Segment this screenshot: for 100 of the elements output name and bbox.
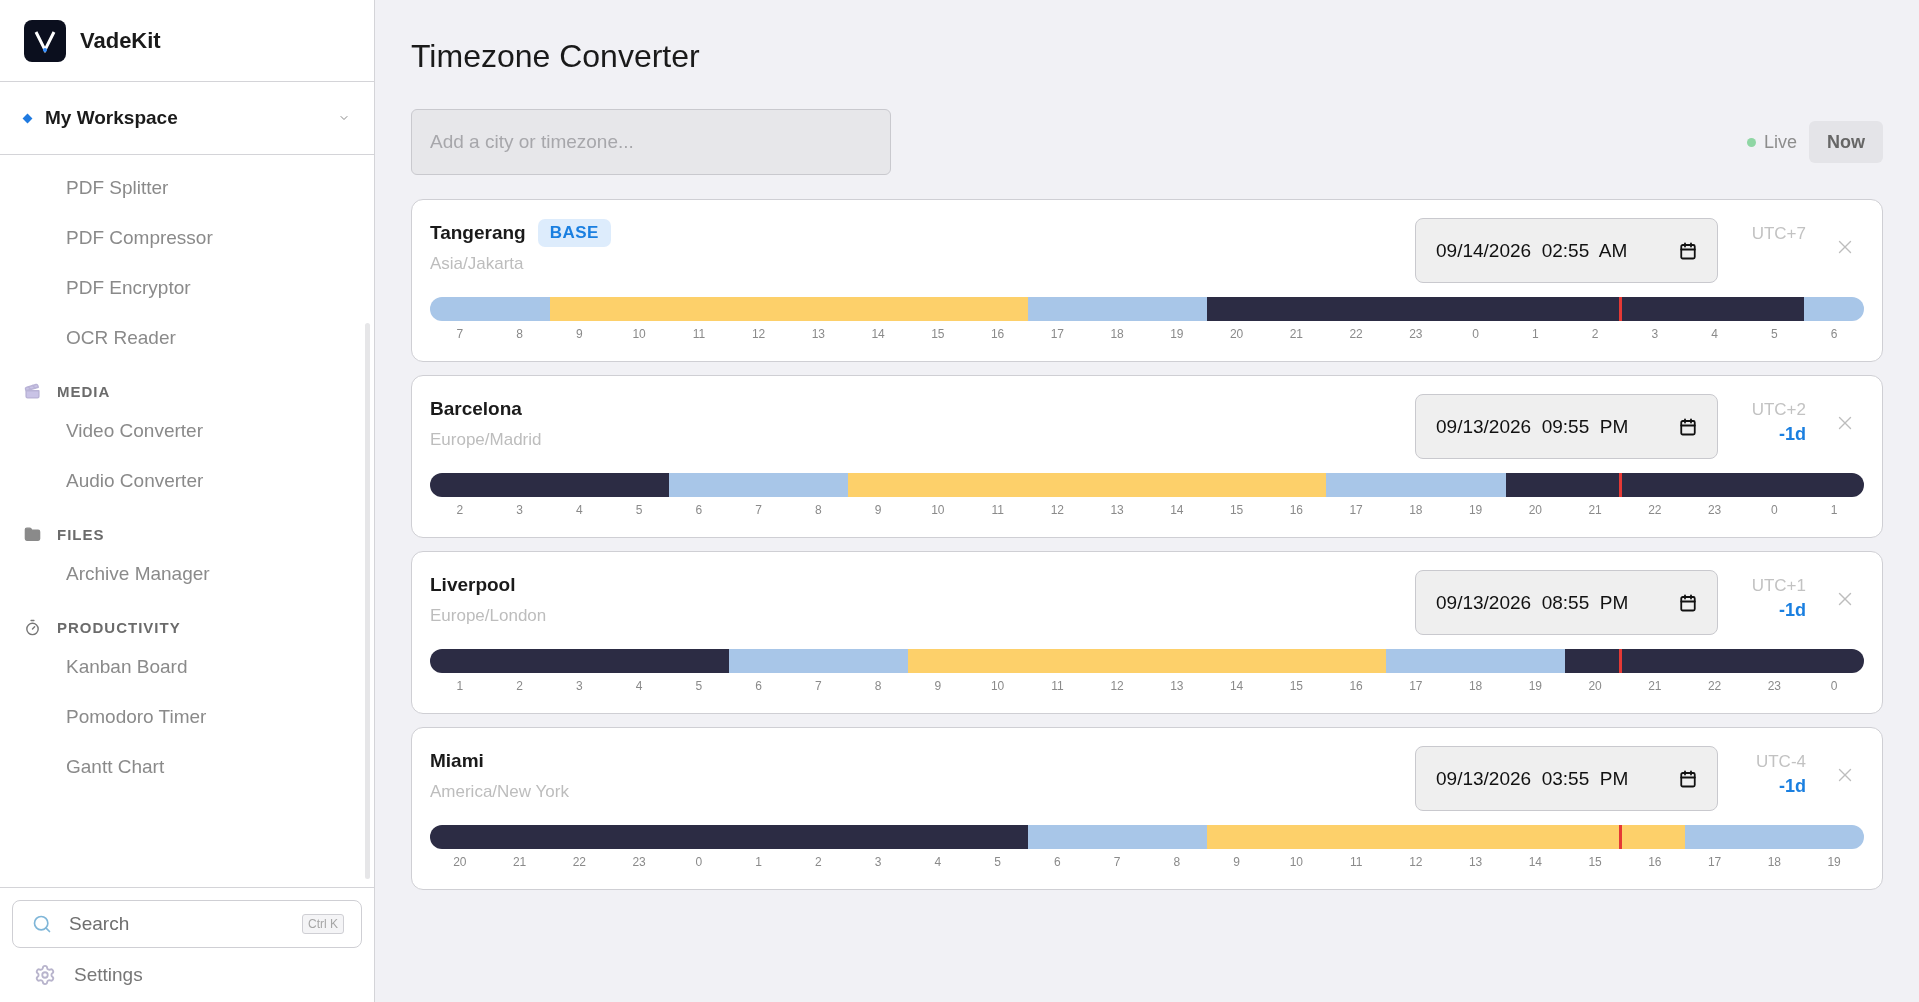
- day-offset: -1d: [1779, 424, 1806, 445]
- day-offset: -1d: [1779, 776, 1806, 797]
- nav-item[interactable]: Pomodoro Timer: [0, 692, 374, 742]
- hour-label: 4: [1710, 327, 1719, 341]
- clapperboard-icon: [24, 383, 41, 400]
- date-time-field[interactable]: 09/13/2026 09:55 PM: [1415, 394, 1718, 459]
- utc-offset: UTC-4: [1755, 752, 1806, 772]
- scrollbar[interactable]: [365, 323, 370, 879]
- hour-label: 8: [1172, 855, 1182, 869]
- hour-label: 7: [455, 327, 465, 341]
- hour-label: 1: [455, 679, 465, 693]
- hour-label: 18: [1408, 503, 1424, 517]
- utc-offset: UTC+1: [1751, 576, 1806, 596]
- calendar-icon: [1679, 417, 1697, 436]
- hour-label: 12: [1109, 679, 1125, 693]
- hour-label: 4: [933, 855, 943, 869]
- hour-label: 5: [993, 855, 1002, 869]
- hour-label: 17: [1049, 327, 1066, 341]
- hour-label: 18: [1467, 679, 1484, 693]
- base-badge: BASE: [537, 219, 611, 247]
- hour-label: 1: [754, 855, 763, 869]
- hour-label: 3: [873, 855, 883, 869]
- hour-label: 2: [455, 503, 465, 517]
- hour-label: 17: [1408, 679, 1424, 693]
- city-name: Barcelona: [430, 398, 522, 420]
- hour-label: 16: [1288, 503, 1305, 517]
- hour-label: 3: [1650, 327, 1660, 341]
- nav-item[interactable]: Kanban Board: [0, 642, 374, 692]
- timezone-name: America/New York: [430, 782, 570, 802]
- hour-label: 23: [1766, 679, 1783, 693]
- live-label: Live: [1763, 131, 1797, 153]
- hour-label: 3: [575, 679, 584, 693]
- timezone-name: Europe/Madrid: [430, 430, 543, 450]
- now-button[interactable]: Now: [1809, 121, 1883, 163]
- hour-label: 22: [571, 855, 588, 869]
- twilight-segment: [1804, 297, 1864, 321]
- city-name: Miami: [430, 750, 484, 772]
- hour-label: 11: [990, 503, 1005, 517]
- hour-label: 13: [810, 327, 827, 341]
- hour-label: 12: [1408, 855, 1424, 869]
- hour-label: 15: [930, 327, 946, 341]
- hour-label: 10: [631, 327, 647, 341]
- settings-link[interactable]: Settings: [12, 948, 362, 992]
- hour-label: 0: [1829, 679, 1839, 693]
- hour-label: 19: [1169, 327, 1185, 341]
- hour-label: 23: [1706, 503, 1723, 517]
- city-name: Tangerang: [430, 222, 526, 244]
- nav-item[interactable]: PDF Encryptor: [0, 263, 374, 313]
- hour-label: 2: [1590, 327, 1600, 341]
- hour-label: 9: [933, 679, 943, 693]
- date-time-field[interactable]: 09/13/2026 08:55 PM: [1415, 570, 1718, 635]
- nav-item[interactable]: Archive Manager: [0, 549, 374, 599]
- hour-label: 21: [1647, 679, 1663, 693]
- hour-label: 8: [814, 503, 823, 517]
- hour-label: 1: [1829, 503, 1839, 517]
- hour-label: 4: [575, 503, 584, 517]
- hour-label: 8: [515, 327, 524, 341]
- hour-label: 13: [1169, 679, 1185, 693]
- hour-label: 23: [631, 855, 647, 869]
- page-title: Timezone Converter: [411, 38, 701, 75]
- workspace-selector[interactable]: My Workspace: [0, 82, 374, 155]
- hour-label: 15: [1288, 679, 1305, 693]
- calendar-icon: [1679, 769, 1697, 788]
- hour-label: 20: [1587, 679, 1603, 693]
- hour-label: 6: [754, 679, 763, 693]
- date-time-field[interactable]: 09/13/2026 03:55 PM: [1415, 746, 1718, 811]
- add-city-field[interactable]: Add a city or timezone...: [411, 109, 891, 175]
- hour-label: 5: [1770, 327, 1779, 341]
- nav-item[interactable]: Audio Converter: [0, 456, 374, 506]
- hour-label: 5: [694, 679, 704, 693]
- day-offset: -1d: [1779, 600, 1806, 621]
- hour-label: 14: [870, 327, 886, 341]
- hour-label: 9: [575, 327, 584, 341]
- nav-item[interactable]: PDF Compressor: [0, 213, 374, 263]
- live-dot-icon: [1746, 137, 1756, 147]
- calendar-icon: [1679, 241, 1697, 260]
- hour-label: 17: [1706, 855, 1723, 869]
- hour-label: 17: [1348, 503, 1364, 517]
- hour-label: 7: [814, 679, 823, 693]
- nav-item[interactable]: OCR Reader: [0, 313, 374, 363]
- nav-item[interactable]: Video Converter: [0, 406, 374, 456]
- hour-label: 6: [694, 503, 704, 517]
- hour-label: 20: [1228, 327, 1245, 341]
- hour-label: 16: [1647, 855, 1663, 869]
- hour-label: 22: [1348, 327, 1364, 341]
- hour-label: 10: [930, 503, 946, 517]
- hour-label: 18: [1109, 327, 1125, 341]
- hour-label: 2: [515, 679, 524, 693]
- hour-label: 14: [1527, 855, 1544, 869]
- hour-label: 0: [694, 855, 704, 869]
- nav-item[interactable]: PDF Splitter: [0, 163, 374, 213]
- hour-label: 9: [1232, 855, 1241, 869]
- hour-label: 11: [1348, 855, 1364, 869]
- hour-label: 19: [1527, 679, 1544, 693]
- nav-item[interactable]: Gantt Chart: [0, 742, 374, 792]
- utc-offset: UTC+7: [1751, 224, 1806, 244]
- hour-label: 10: [1288, 855, 1305, 869]
- date-time-field[interactable]: 09/14/2026 02:55 AM: [1415, 218, 1718, 283]
- hour-label: 4: [634, 679, 644, 693]
- stopwatch-icon: [24, 619, 41, 636]
